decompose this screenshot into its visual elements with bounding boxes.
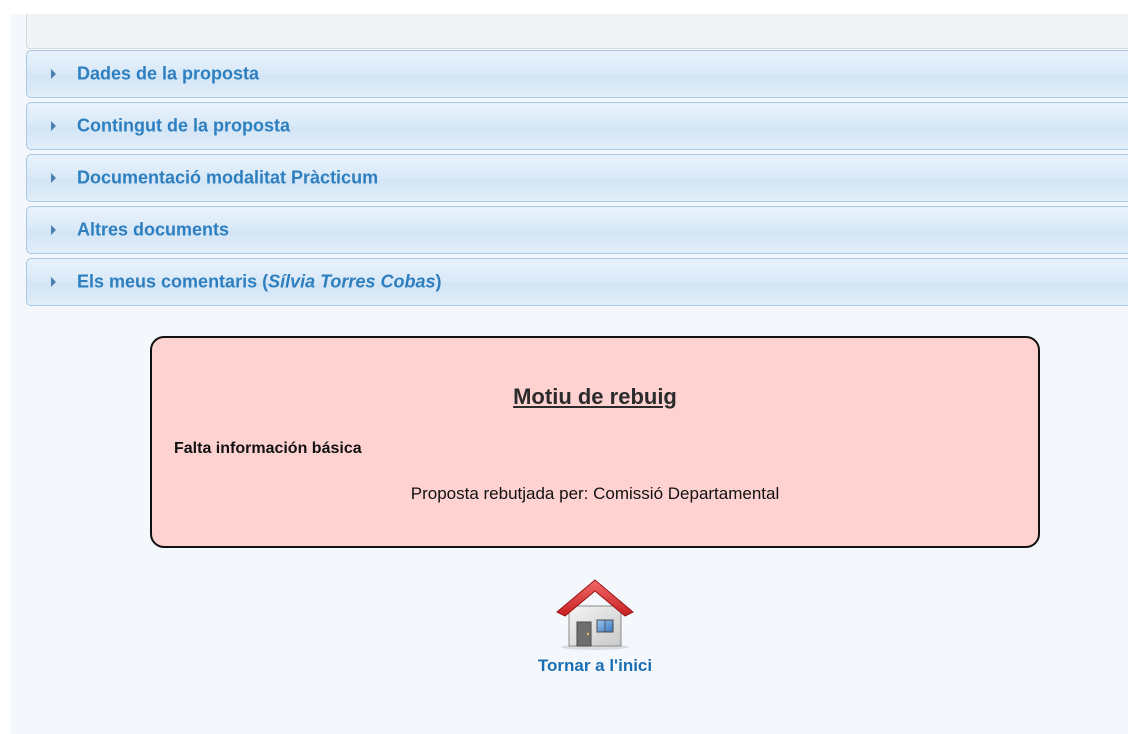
home-icon[interactable]	[551, 570, 639, 650]
expand-arrow-icon	[51, 69, 56, 79]
proposal-accordion: Dades de la proposta Contingut de la pro…	[26, 50, 1128, 310]
section-title: Documentació modalitat Pràcticum	[77, 167, 379, 188]
rejected-by-text: Proposta rebutjada per: Comissió Departa…	[410, 484, 780, 503]
section-title-suffix: )	[435, 271, 442, 292]
section-altres-documents[interactable]: Altres documents	[26, 206, 1128, 254]
expand-arrow-icon	[51, 225, 56, 235]
commenter-name: Sílvia Torres Cobas	[268, 271, 436, 292]
expand-arrow-icon	[51, 121, 56, 131]
section-title: Contingut de la proposta	[77, 115, 290, 136]
section-title: Dades de la proposta	[77, 63, 260, 84]
expand-arrow-icon	[51, 277, 56, 287]
section-title: Altres documents	[77, 219, 230, 240]
rejection-notice: Motiu de rebuig Falta información básica…	[150, 336, 1040, 548]
section-documentacio-practicum[interactable]: Documentació modalitat Pràcticum	[26, 154, 1128, 202]
previous-panel-bottom	[26, 14, 1128, 49]
expand-arrow-icon	[51, 173, 56, 183]
section-contingut-proposta[interactable]: Contingut de la proposta	[26, 102, 1128, 150]
section-title-prefix: Els meus comentaris (	[77, 271, 269, 292]
rejection-reason: Falta información básica	[174, 440, 362, 457]
section-title: Els meus comentaris (Sílvia Torres Cobas…	[77, 272, 441, 293]
section-dades-proposta[interactable]: Dades de la proposta	[26, 50, 1128, 98]
back-to-home-link[interactable]: Tornar a l'inici	[510, 570, 680, 680]
rejection-title: Motiu de rebuig	[513, 384, 677, 409]
page-container: Dades de la proposta Contingut de la pro…	[10, 14, 1128, 734]
section-meus-comentaris[interactable]: Els meus comentaris (Sílvia Torres Cobas…	[26, 258, 1128, 306]
home-link-label[interactable]: Tornar a l'inici	[510, 656, 680, 676]
